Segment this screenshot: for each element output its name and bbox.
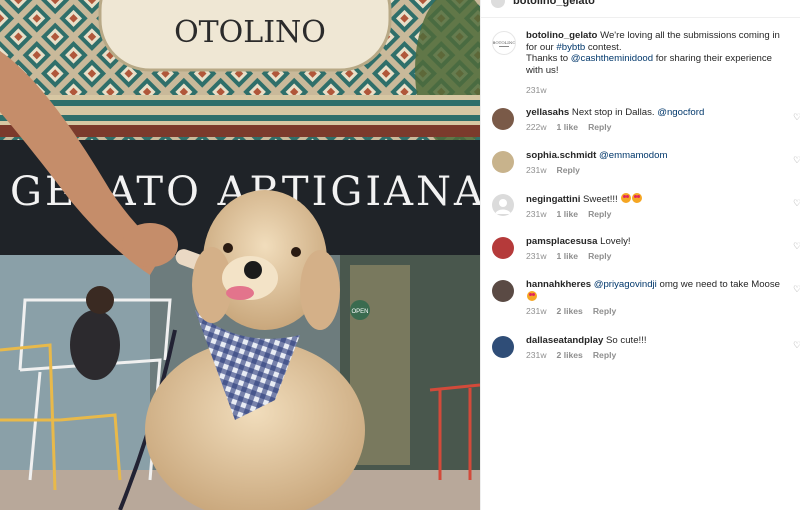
comment-text: Sweet!!! bbox=[583, 194, 621, 205]
like-heart-icon[interactable]: ♡ bbox=[793, 241, 800, 251]
caption-time[interactable]: 231w bbox=[526, 85, 547, 95]
comment-text: omg we need to take Moose bbox=[656, 279, 781, 290]
comment-username[interactable]: negingattini bbox=[526, 194, 580, 205]
dog-gelato-photo: OTOLINO GELATO ARTIGIANALE OPEN bbox=[0, 0, 480, 510]
caption-mention[interactable]: @cashtheminidood bbox=[571, 53, 653, 64]
header-avatar[interactable] bbox=[491, 0, 505, 8]
commenter-avatar[interactable] bbox=[492, 194, 514, 216]
shop-sign-text: OTOLINO bbox=[174, 15, 326, 50]
like-heart-icon[interactable]: ♡ bbox=[793, 155, 800, 165]
heart-eyes-emoji-icon bbox=[527, 290, 537, 301]
comment-likes[interactable]: 1 like bbox=[557, 122, 579, 132]
reply-button[interactable]: Reply bbox=[593, 306, 616, 316]
comment-likes[interactable]: 2 likes bbox=[557, 306, 583, 316]
comment-mention[interactable]: @ngocford bbox=[657, 107, 704, 118]
comment-text: Next stop in Dallas. bbox=[571, 107, 658, 118]
comment-mention[interactable]: @priyagovindji bbox=[594, 279, 657, 290]
reply-button[interactable]: Reply bbox=[588, 251, 611, 261]
comment-likes[interactable]: 2 likes bbox=[557, 350, 583, 360]
commenter-avatar[interactable] bbox=[492, 151, 514, 173]
svg-text:BOTOLINO: BOTOLINO bbox=[493, 40, 515, 45]
comment-time[interactable]: 231w bbox=[526, 209, 547, 219]
caption-username[interactable]: botolino_gelato bbox=[526, 30, 597, 41]
reply-button[interactable]: Reply bbox=[557, 165, 580, 175]
open-sign: OPEN bbox=[351, 309, 368, 315]
commenter-avatar[interactable] bbox=[492, 108, 514, 130]
default-user-icon bbox=[495, 199, 511, 214]
comment-username[interactable]: hannahkheres bbox=[526, 279, 591, 290]
comment-time[interactable]: 231w bbox=[526, 251, 547, 261]
like-heart-icon[interactable]: ♡ bbox=[793, 112, 800, 122]
post-photo: OTOLINO GELATO ARTIGIANALE OPEN bbox=[0, 0, 480, 510]
header-username[interactable]: botolino_gelato bbox=[513, 0, 595, 7]
commenter-avatar[interactable] bbox=[492, 237, 514, 259]
reply-button[interactable]: Reply bbox=[593, 350, 616, 360]
comment-time[interactable]: 231w bbox=[526, 306, 547, 316]
comment-text: Lovely! bbox=[600, 236, 631, 247]
comment-mention[interactable]: @emmamodom bbox=[599, 150, 667, 161]
comment-username[interactable]: dallaseatandplay bbox=[526, 335, 603, 346]
comment-username[interactable]: yellasahs bbox=[526, 107, 569, 118]
comment-likes[interactable]: 1 like bbox=[557, 251, 579, 261]
heart-eyes-emoji-icon bbox=[632, 193, 643, 203]
caption-text: contest. bbox=[585, 41, 622, 53]
comment-time[interactable]: 231w bbox=[526, 350, 547, 360]
commenter-avatar[interactable] bbox=[492, 336, 514, 358]
comment-username[interactable]: pamsplacesusa bbox=[526, 236, 597, 247]
comment-time[interactable]: 222w bbox=[526, 122, 547, 132]
post-header: botolino_gelato bbox=[491, 0, 595, 8]
botolino-avatar[interactable]: BOTOLINO bbox=[492, 31, 516, 55]
like-heart-icon[interactable]: ♡ bbox=[793, 340, 800, 350]
botolino-logo-icon: BOTOLINO bbox=[493, 40, 515, 47]
comment-likes[interactable]: 1 like bbox=[557, 209, 579, 219]
commenter-avatar[interactable] bbox=[492, 280, 514, 302]
reply-button[interactable]: Reply bbox=[588, 122, 611, 132]
divider bbox=[481, 17, 800, 18]
caption-text: Thanks to bbox=[526, 53, 571, 64]
like-heart-icon[interactable]: ♡ bbox=[793, 284, 800, 294]
comment-text: So cute!!! bbox=[606, 335, 647, 346]
comment-username[interactable]: sophia.schmidt bbox=[526, 150, 596, 161]
caption-hashtag[interactable]: #bybtb bbox=[556, 42, 585, 53]
like-heart-icon[interactable]: ♡ bbox=[793, 198, 800, 208]
comment-time[interactable]: 231w bbox=[526, 165, 547, 175]
heart-eyes-emoji-icon bbox=[621, 193, 632, 203]
reply-button[interactable]: Reply bbox=[588, 209, 611, 219]
comments-panel: botolino_gelato BOTOLINO botolino_gelato… bbox=[480, 0, 800, 510]
